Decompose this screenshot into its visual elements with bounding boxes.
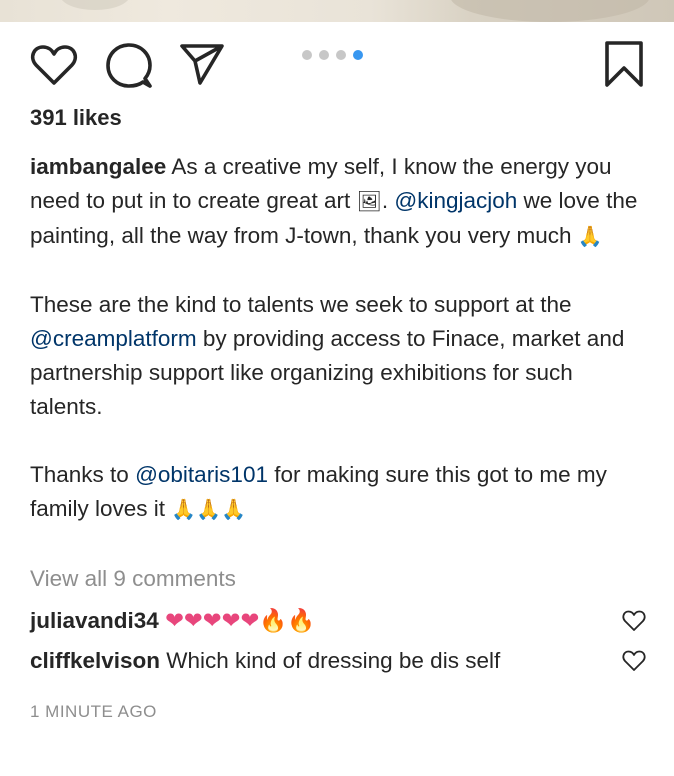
carousel-dot-active: [353, 50, 363, 60]
carousel-dot: [302, 50, 312, 60]
praying-hands-emoji: 🙏: [577, 226, 603, 248]
comment-like-heart-icon[interactable]: [622, 650, 646, 672]
comment-bubble-icon[interactable]: [104, 42, 154, 90]
mention-link[interactable]: @obitaris101: [135, 462, 268, 487]
carousel-dot: [319, 50, 329, 60]
caption-paragraph: iambangalee As a creative my self, I kno…: [30, 154, 638, 248]
comment-username[interactable]: cliffkelvison: [30, 648, 160, 673]
comment-row: juliavandi34 ❤❤❤❤❤🔥🔥: [30, 604, 600, 638]
comment-text: Which kind of dressing be dis self: [160, 648, 501, 673]
mention-link[interactable]: @kingjacjoh: [394, 188, 517, 213]
carousel-dot: [336, 50, 346, 60]
framed-picture-emoji: 🖼: [356, 191, 382, 213]
post-timestamp: 1 MINUTE AGO: [30, 702, 157, 721]
photo-detail: [60, 0, 130, 10]
post-caption: iambangalee As a creative my self, I kno…: [30, 150, 650, 527]
praying-hands-emoji: 🙏🙏🙏: [171, 499, 247, 521]
post-photo[interactable]: [0, 0, 674, 22]
like-heart-icon[interactable]: [30, 44, 78, 86]
comment-row: cliffkelvison Which kind of dressing be …: [30, 644, 600, 678]
photo-detail: [450, 0, 650, 22]
view-all-comments-link[interactable]: View all 9 comments: [30, 562, 236, 596]
caption-paragraph: Thanks to @obitaris101 for making sure t…: [30, 462, 607, 521]
likes-count[interactable]: 391 likes: [30, 104, 122, 132]
hearts-emoji: ❤❤❤❤❤: [165, 608, 260, 633]
save-bookmark-icon[interactable]: [602, 40, 646, 88]
caption-paragraph: These are the kind to talents we seek to…: [30, 292, 625, 419]
share-paper-plane-icon[interactable]: [178, 42, 226, 86]
carousel-indicator: [302, 50, 363, 60]
fire-emoji: 🔥🔥: [259, 608, 316, 633]
caption-username[interactable]: iambangalee: [30, 154, 166, 179]
mention-link[interactable]: @creamplatform: [30, 326, 197, 351]
comment-like-heart-icon[interactable]: [622, 610, 646, 632]
comment-username[interactable]: juliavandi34: [30, 608, 159, 633]
